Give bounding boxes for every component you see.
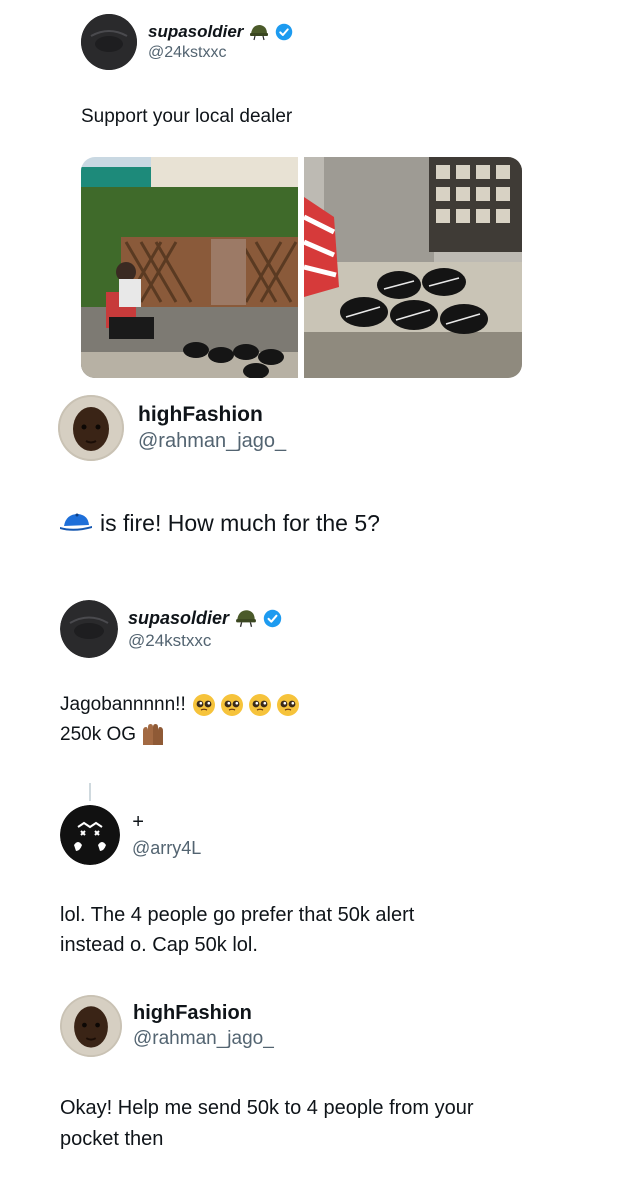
pleading-face-emoji: [248, 694, 271, 716]
tweet-photo-2[interactable]: [304, 157, 522, 378]
pleading-face-emoji: [276, 694, 299, 716]
tweet-text: is fire! How much for the 5?: [100, 510, 380, 536]
kaws-character-avatar: [60, 805, 120, 865]
tweet-3: supasoldier @24kstxxc Jagobannnnn!! 250k…: [0, 595, 618, 755]
avatar-supasoldier[interactable]: [81, 14, 137, 70]
speaker-avatar-icon: [81, 14, 137, 70]
palms-up-together-emoji: [143, 724, 164, 745]
handle[interactable]: @24kstxxc: [148, 44, 293, 62]
tweet-photo-1[interactable]: [81, 157, 298, 378]
tweet-text: Support your local dealer: [81, 106, 293, 127]
verified-badge-icon: [263, 609, 282, 627]
handle[interactable]: @rahman_jago_: [133, 1028, 274, 1050]
tweet-2: highFashion @rahman_jago_ is fire! How m…: [0, 390, 618, 570]
tweet-1: supasoldier @24kstxxc Support your local…: [0, 0, 618, 400]
display-name[interactable]: +: [132, 811, 144, 834]
tweet-text-line-2: pocket then: [60, 1128, 164, 1150]
military-helmet-emoji: [236, 610, 256, 627]
tweet-5: highFashion @rahman_jago_ Okay! Help me …: [0, 990, 618, 1200]
handle[interactable]: @24kstxxc: [128, 631, 282, 651]
avatar-highfashion[interactable]: [58, 395, 124, 461]
handle[interactable]: @arry4L: [132, 838, 201, 859]
military-helmet-emoji: [250, 25, 269, 41]
tweet-text-line-2: instead o. Cap 50k lol.: [60, 934, 258, 956]
tweet-text-line-2: 250k OG: [60, 724, 137, 745]
tweet-4: + @arry4L lol. The 4 people go prefer th…: [0, 800, 618, 965]
pleading-face-emoji: [192, 694, 215, 716]
display-name[interactable]: supasoldier: [148, 22, 243, 42]
avatar-supasoldier[interactable]: [60, 600, 118, 658]
child-portrait-avatar: [58, 395, 124, 461]
thread-connector-line: [89, 783, 91, 801]
billed-cap-emoji: [60, 513, 92, 531]
avatar-highfashion[interactable]: [60, 995, 122, 1057]
tweet-text-line-1: Okay! Help me send 50k to 4 people from …: [60, 1097, 474, 1119]
avatar-arry4l[interactable]: [60, 805, 120, 865]
display-name[interactable]: highFashion: [138, 403, 263, 427]
speaker-avatar-icon: [60, 600, 118, 658]
child-portrait-avatar: [60, 995, 122, 1057]
verified-badge-icon: [276, 23, 293, 41]
pleading-face-emoji: [220, 694, 243, 716]
tweet-text-line-1: Jagobannnnn!!: [60, 694, 186, 715]
handle[interactable]: @rahman_jago_: [138, 430, 286, 453]
display-name[interactable]: highFashion: [133, 1002, 252, 1025]
display-name[interactable]: supasoldier: [128, 608, 229, 629]
tweet-text-line-1: lol. The 4 people go prefer that 50k ale…: [60, 904, 415, 926]
